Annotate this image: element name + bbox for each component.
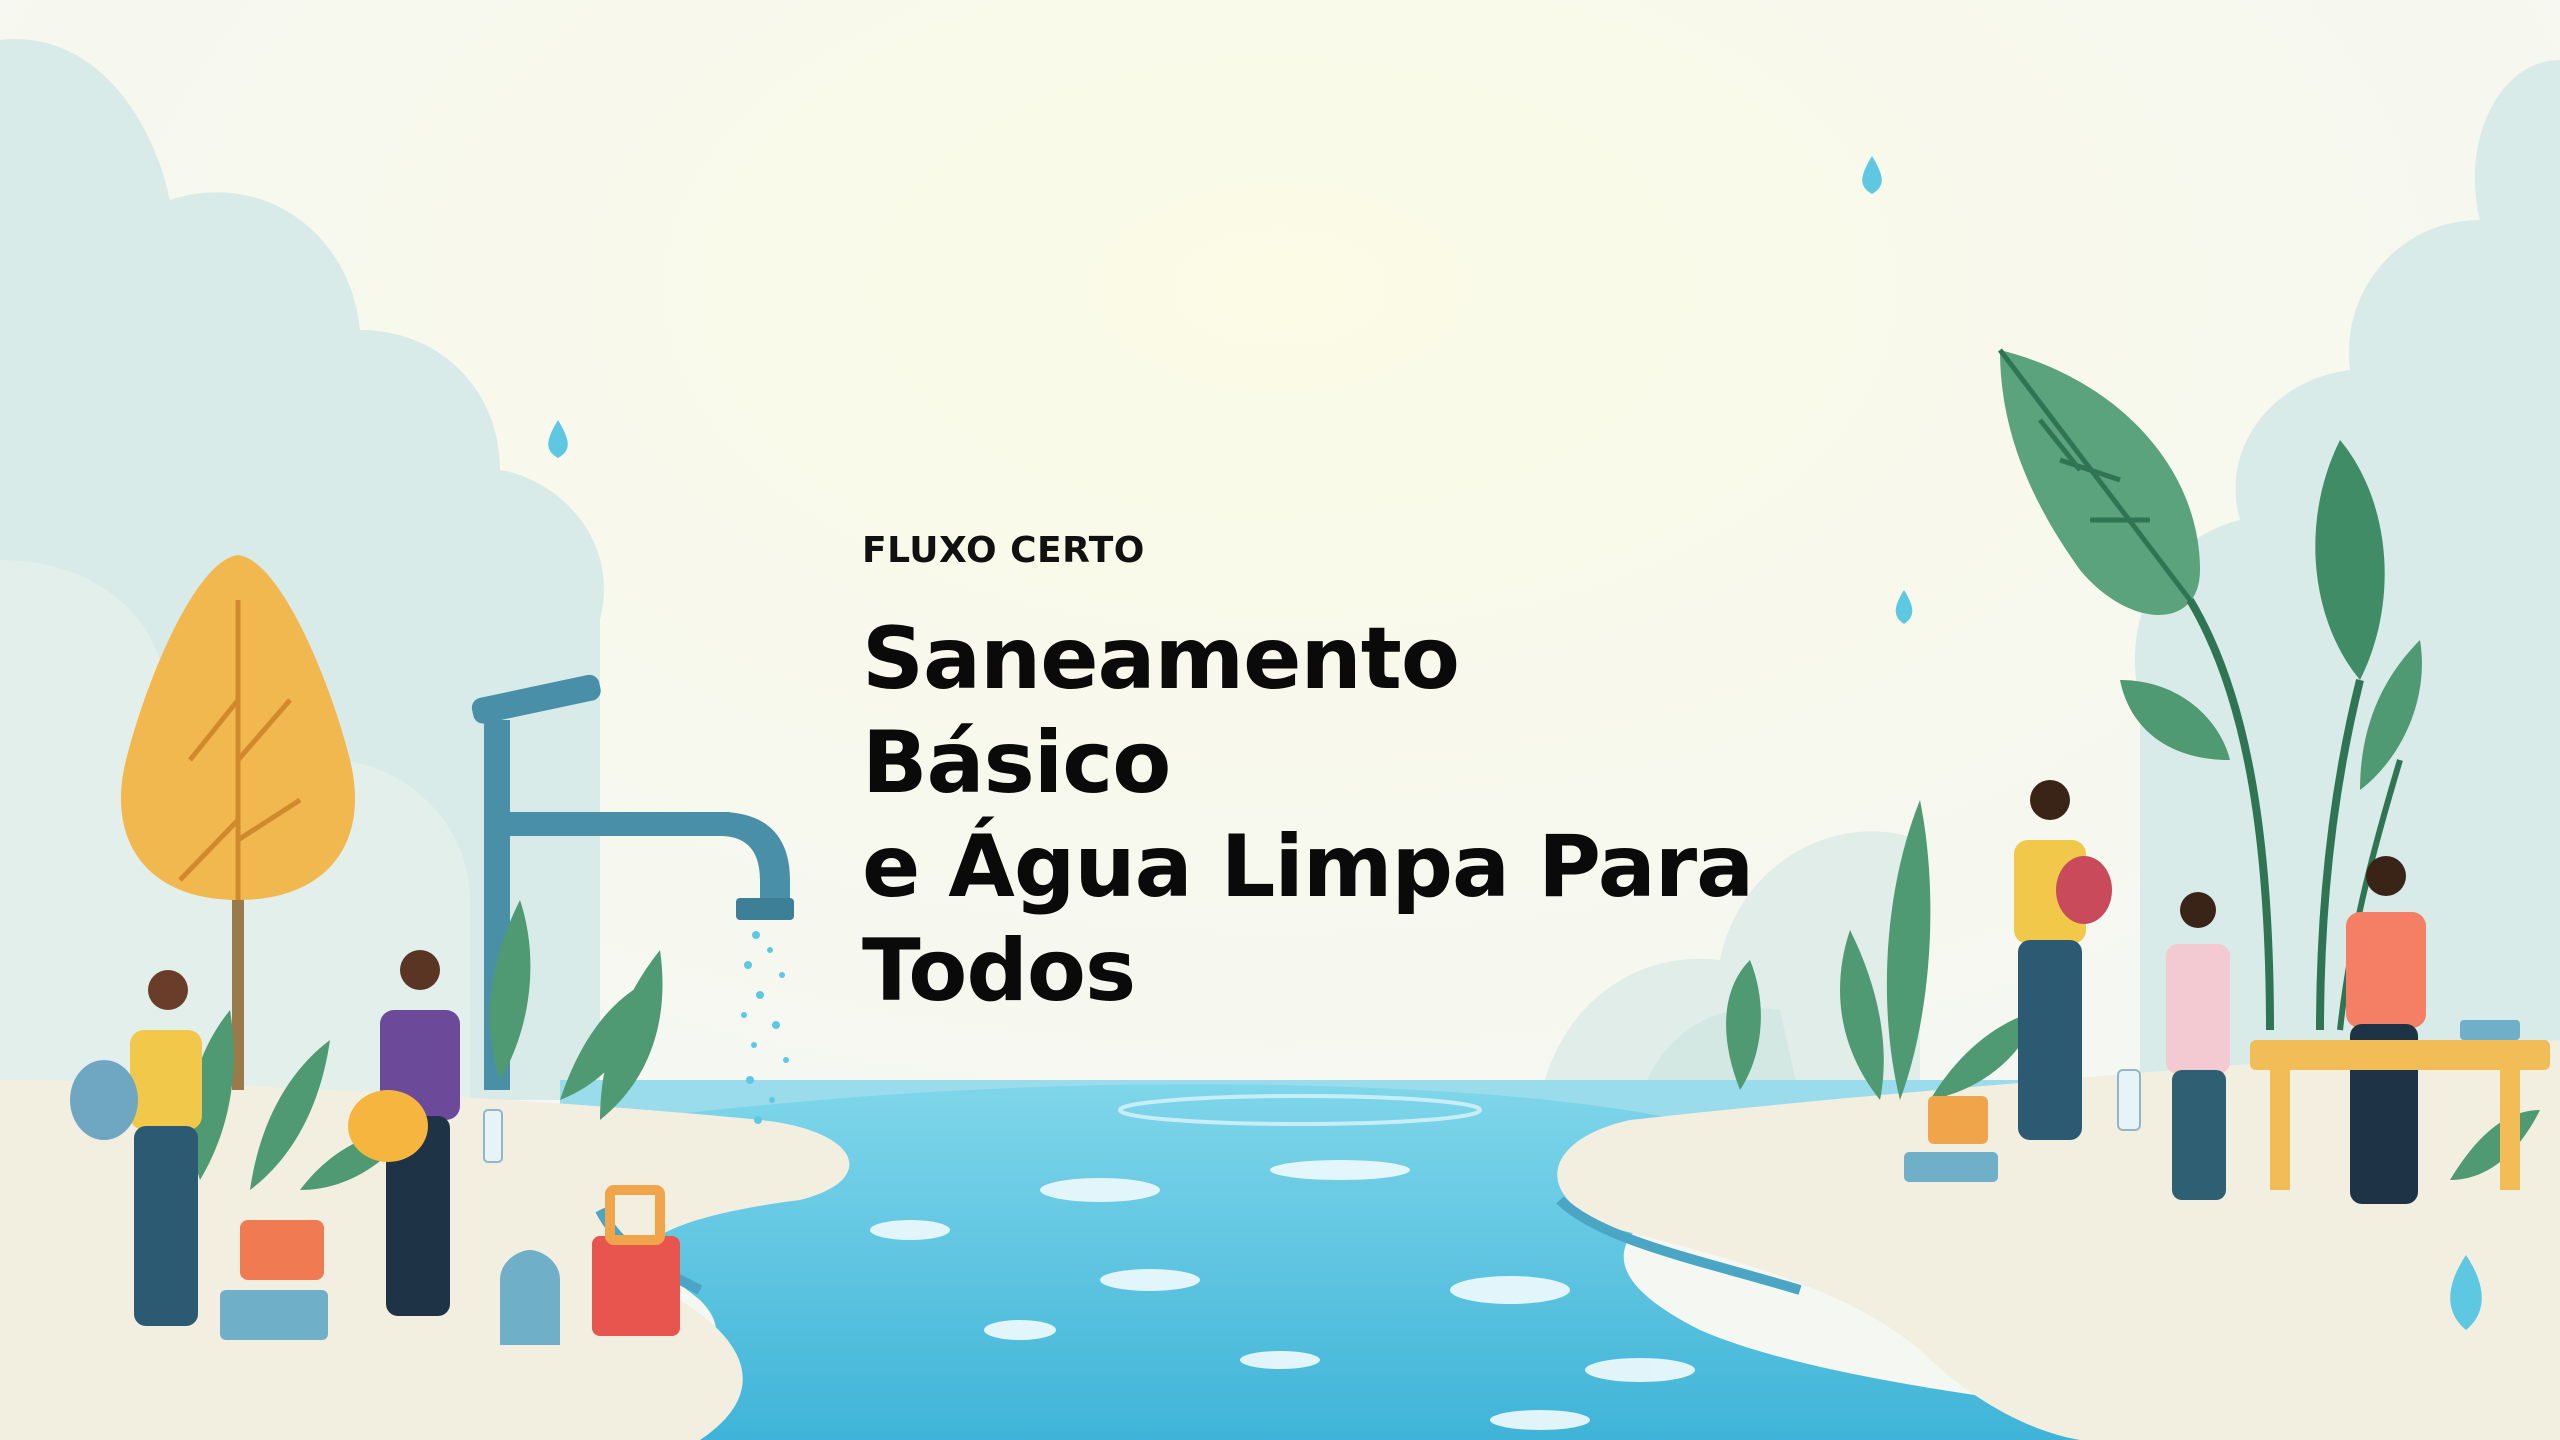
title-block: FLUXO CERTO Saneamento Básico e Água Lim… bbox=[862, 530, 1762, 1023]
title-line-3: Todos bbox=[862, 921, 1136, 1021]
page-title: Saneamento Básico e Água Limpa Para Todo… bbox=[862, 607, 1762, 1023]
title-line-1: Saneamento Básico bbox=[862, 609, 1460, 813]
brand-kicker: FLUXO CERTO bbox=[862, 530, 1145, 571]
title-line-2: e Água Limpa Para bbox=[862, 817, 1754, 917]
slide: FLUXO CERTO Saneamento Básico e Água Lim… bbox=[0, 0, 2560, 1440]
